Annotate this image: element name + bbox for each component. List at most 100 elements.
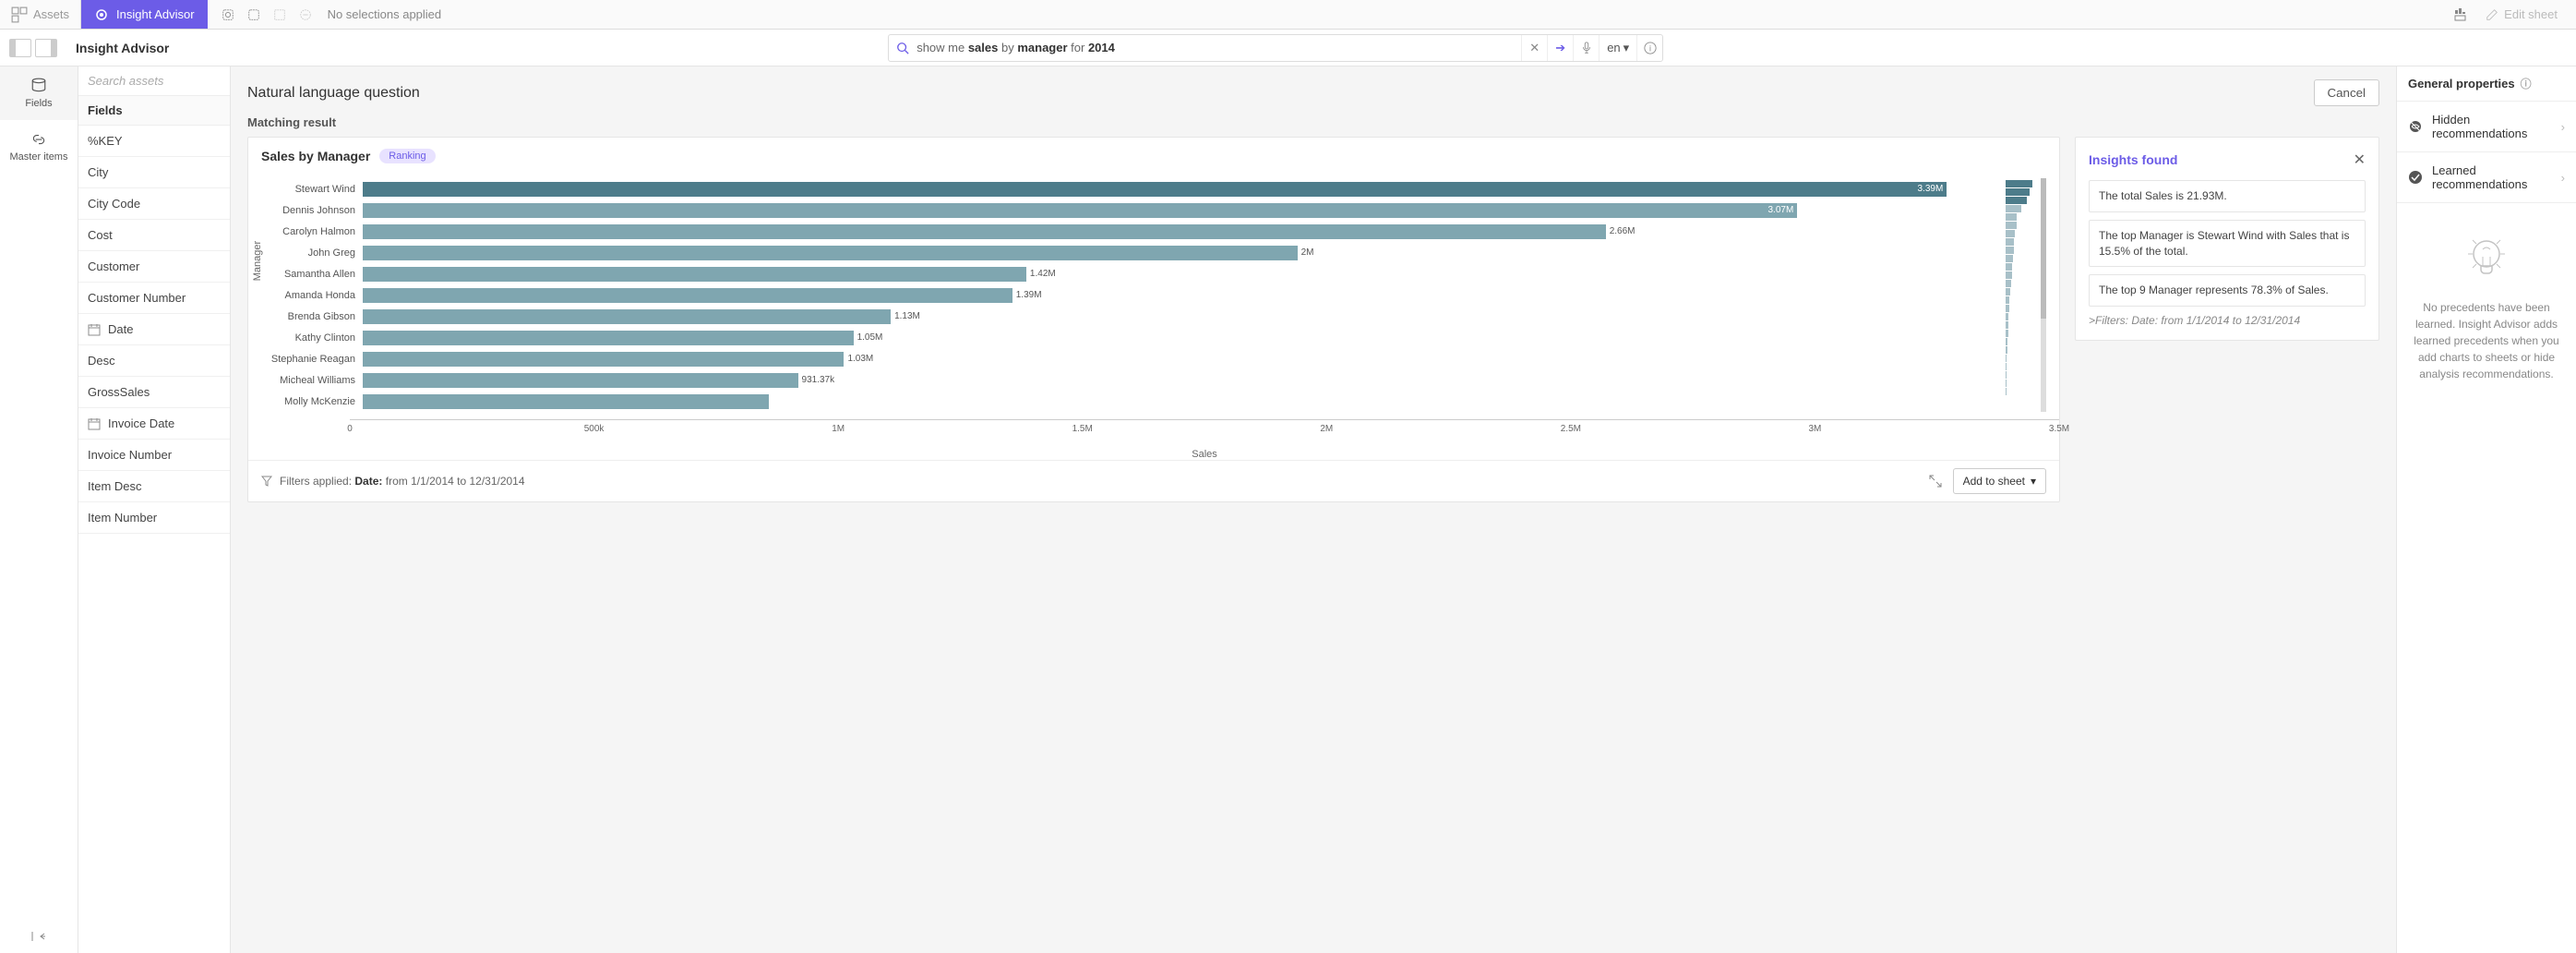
insight-item: The top Manager is Stewart Wind with Sal… (2089, 220, 2366, 268)
selections-tool-icon[interactable] (243, 4, 265, 26)
clear-selections-icon[interactable] (294, 4, 317, 26)
field-item[interactable]: Date (78, 314, 230, 345)
field-item[interactable]: Customer Number (78, 283, 230, 314)
step-back-icon[interactable] (269, 4, 291, 26)
right-panel: General properties ⓘ Hidden recommendati… (2396, 66, 2576, 953)
lightbulb-icon (2459, 231, 2514, 286)
field-item[interactable]: GrossSales (78, 377, 230, 408)
field-item[interactable]: Customer (78, 251, 230, 283)
smart-search-icon[interactable] (217, 4, 239, 26)
pencil-icon (2486, 8, 2498, 21)
chart-header: Sales by Manager Ranking (248, 138, 2059, 175)
bar-row[interactable]: Micheal Williams931.37k (261, 369, 1998, 391)
voice-icon[interactable] (1573, 35, 1599, 61)
help-icon[interactable]: ⓘ (2521, 76, 2532, 91)
mini-bar (2006, 346, 2007, 354)
calendar-icon (88, 323, 101, 336)
rail-master-label: Master items (10, 151, 68, 163)
search-bar[interactable]: show me sales by manager for 2014 ✕ ➔ en… (888, 34, 1663, 62)
field-item[interactable]: Cost (78, 220, 230, 251)
eye-off-icon (2408, 118, 2423, 135)
bar-row[interactable]: Carolyn Halmon2.66M (261, 221, 1998, 242)
mini-bar (2006, 305, 2009, 312)
panel-toggles (9, 39, 57, 57)
mini-bar (2006, 321, 2008, 329)
toggle-right-panel[interactable] (35, 39, 57, 57)
field-item[interactable]: Invoice Date (78, 408, 230, 440)
field-item[interactable]: %KEY (78, 126, 230, 157)
field-item[interactable]: City Code (78, 188, 230, 220)
bar-category-label: Stephanie Reagan (261, 354, 363, 365)
bar-row[interactable]: Samantha Allen1.42M (261, 263, 1998, 284)
rail-fields-label: Fields (25, 98, 52, 109)
bar-row[interactable]: Amanda Honda1.39M (261, 284, 1998, 306)
bar-row[interactable]: Dennis Johnson3.07M (261, 199, 1998, 221)
bar-row[interactable]: John Greg2M (261, 242, 1998, 263)
search-assets-input[interactable]: Search assets (78, 66, 230, 96)
chevron-down-icon: ▾ (2031, 475, 2036, 488)
field-item[interactable]: Invoice Number (78, 440, 230, 471)
search-actions: ✕ ➔ en▾ i (1521, 35, 1662, 61)
x-tick: 3M (1808, 424, 1821, 434)
insight-advisor-tab[interactable]: Insight Advisor (81, 0, 208, 29)
mini-bar (2006, 355, 2007, 362)
bar-category-label: Micheal Williams (261, 375, 363, 386)
bar-track: 1.42M (363, 266, 1998, 283)
x-tick: 500k (584, 424, 605, 434)
help-icon[interactable]: i (1636, 35, 1662, 61)
mini-scrollbar[interactable] (2041, 178, 2046, 412)
bar-value-label: 1.13M (894, 311, 920, 321)
bar-value-label: 3.39M (1918, 184, 1944, 194)
field-item[interactable]: Desc (78, 345, 230, 377)
calendar-icon (88, 417, 101, 430)
grid-icon[interactable] (2454, 7, 2469, 22)
toggle-left-panel[interactable] (9, 39, 31, 57)
bar-value-label: 1.05M (857, 332, 883, 343)
bar-fill: 3.07M (363, 203, 1797, 218)
insights-filters: >Filters: Date: from 1/1/2014 to 12/31/2… (2089, 314, 2366, 327)
mini-scroll-thumb[interactable] (2041, 178, 2046, 319)
rail-fields[interactable]: Fields (0, 66, 78, 120)
bar-row[interactable]: Kathy Clinton1.05M (261, 327, 1998, 348)
x-tick: 0 (347, 424, 353, 434)
field-item[interactable]: City (78, 157, 230, 188)
search-input[interactable]: show me sales by manager for 2014 (917, 41, 1521, 54)
assets-button[interactable]: Assets (0, 0, 81, 29)
cancel-button[interactable]: Cancel (2314, 79, 2380, 106)
add-to-sheet-button[interactable]: Add to sheet ▾ (1953, 468, 2046, 494)
chart-title: Sales by Manager (261, 149, 370, 163)
field-item[interactable]: Item Desc (78, 471, 230, 502)
bar-row[interactable]: Stephanie Reagan1.03M (261, 348, 1998, 369)
mini-map[interactable] (2006, 178, 2033, 412)
mini-bar (2006, 263, 2012, 271)
insights-title: Insights found (2089, 152, 2177, 167)
selection-tools: No selections applied (208, 0, 451, 29)
mini-bar (2006, 205, 2021, 212)
submit-search-icon[interactable]: ➔ (1547, 35, 1573, 61)
bar-chart[interactable]: Manager Stewart Wind3.39MDennis Johnson3… (261, 178, 1998, 412)
hidden-recommendations-item[interactable]: Hidden recommendations › (2397, 102, 2576, 152)
rail-master-items[interactable]: Master items (0, 120, 78, 174)
close-insights-icon[interactable]: ✕ (2354, 151, 2366, 169)
expand-chart-icon[interactable] (1925, 471, 1946, 491)
bar-track: 1.39M (363, 287, 1998, 304)
chart-body: Manager Stewart Wind3.39MDennis Johnson3… (248, 175, 2059, 419)
clear-search-icon[interactable]: ✕ (1521, 35, 1547, 61)
mini-bar (2006, 363, 2007, 370)
x-tick: 1M (832, 424, 845, 434)
learned-recommendations-item[interactable]: Learned recommendations › (2397, 152, 2576, 203)
mini-bar (2006, 271, 2012, 279)
bar-row[interactable]: Brenda Gibson1.13M (261, 306, 1998, 327)
mini-bar (2006, 380, 2007, 387)
language-selector[interactable]: en▾ (1599, 35, 1636, 61)
bar-fill: 1.05M (363, 331, 854, 345)
mini-bar (2006, 213, 2017, 221)
bar-fill: 3.39M (363, 182, 1947, 197)
topbar-left: Assets Insight Advisor No selections app… (0, 0, 450, 29)
ranking-badge: Ranking (379, 149, 435, 163)
bar-row[interactable]: Molly McKenzie (261, 391, 1998, 412)
bar-row[interactable]: Stewart Wind3.39M (261, 178, 1998, 199)
general-properties-header: General properties ⓘ (2397, 66, 2576, 102)
collapse-rail-icon[interactable] (0, 920, 78, 953)
field-item[interactable]: Item Number (78, 502, 230, 534)
